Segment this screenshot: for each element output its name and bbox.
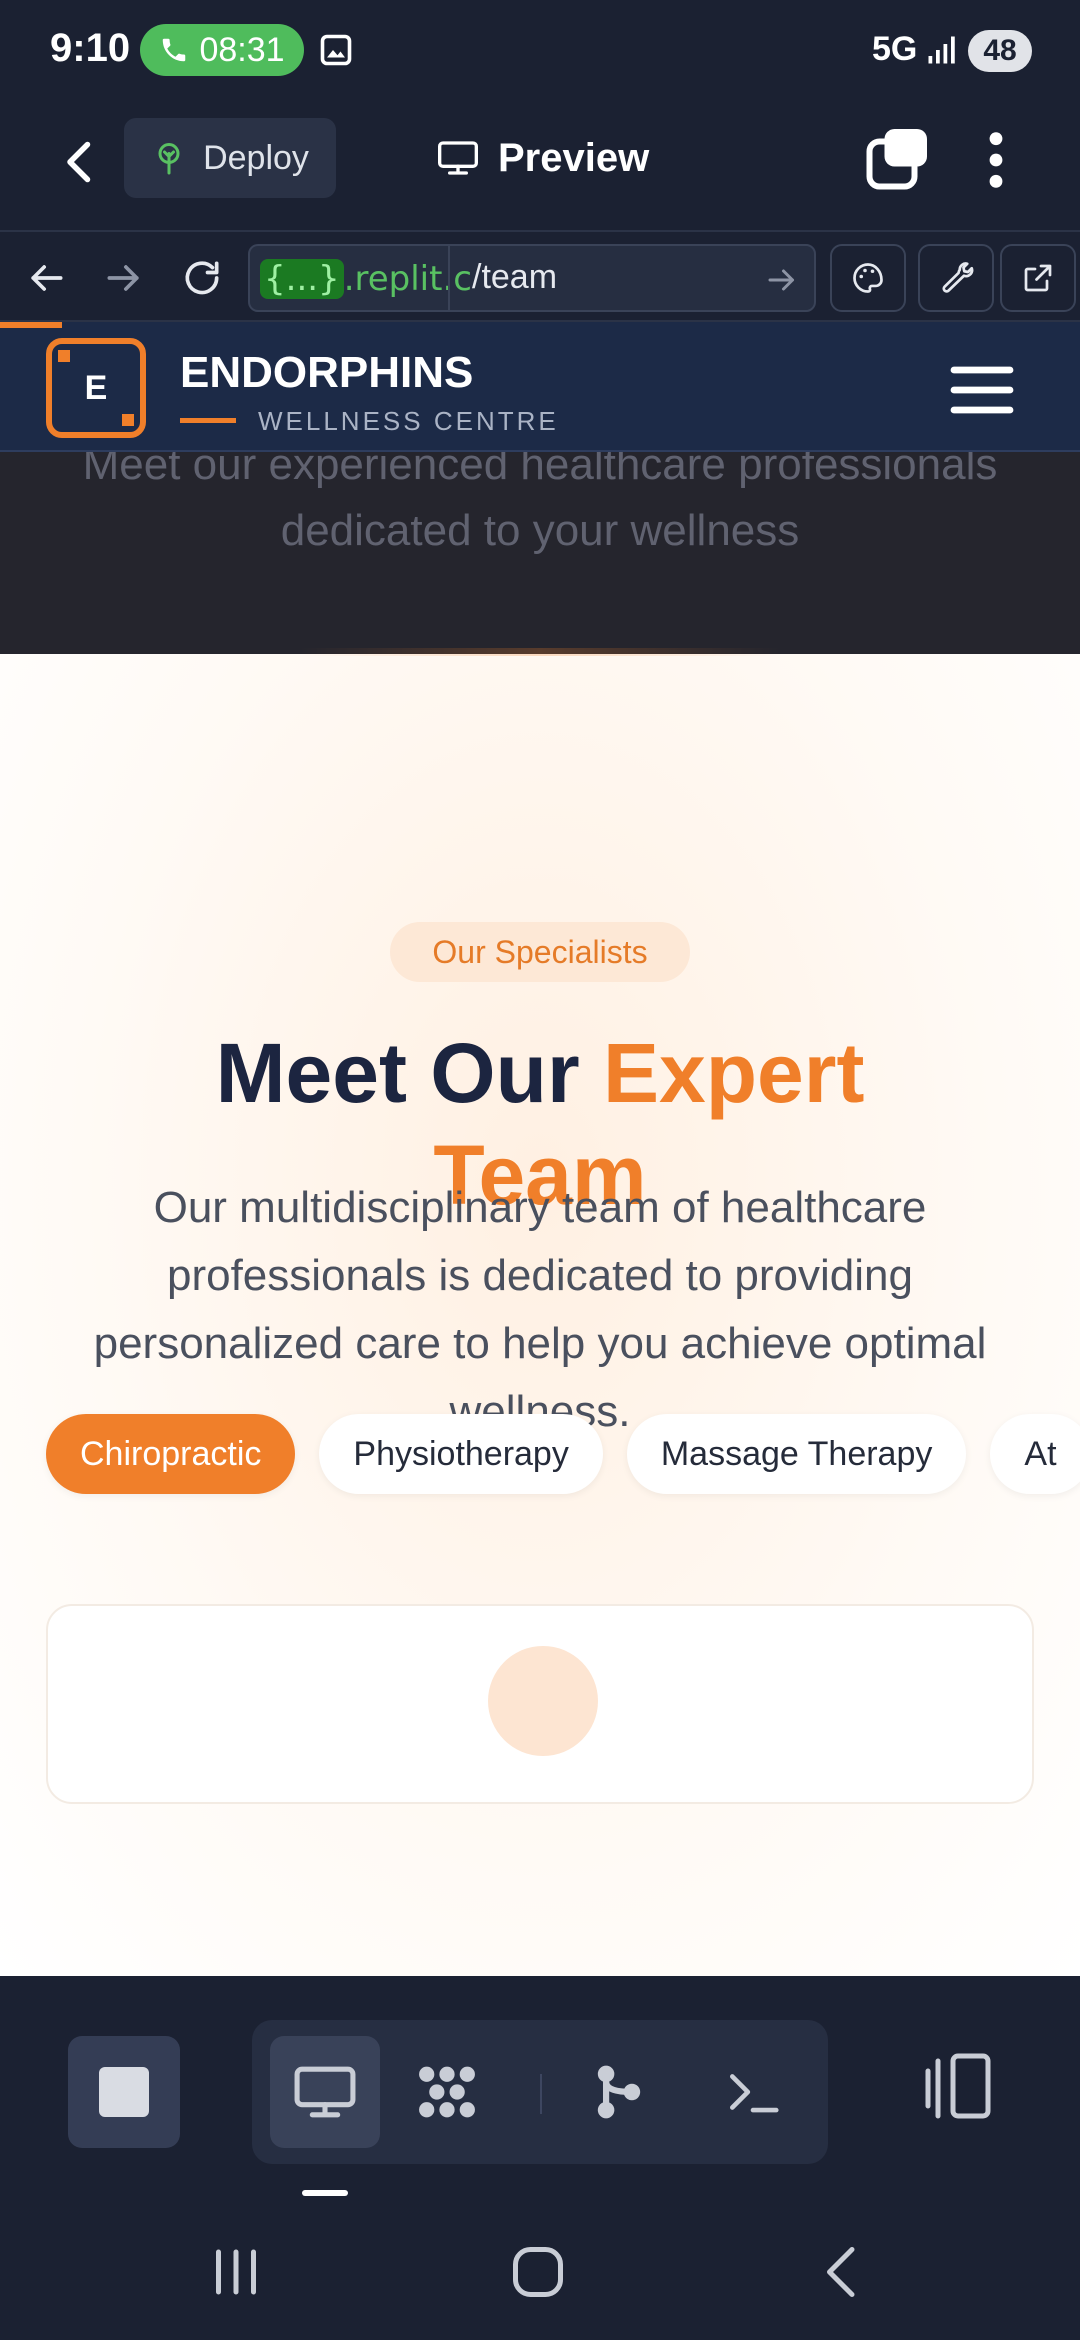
reload-icon[interactable]: [180, 256, 224, 300]
app-header: Deploy Preview: [0, 100, 1080, 230]
recent-apps-icon[interactable]: [206, 2242, 266, 2302]
page-loading-bar: [0, 322, 62, 328]
brand-underline: [180, 418, 236, 423]
url-host-domain: .replit.c: [343, 259, 472, 299]
replit-dock: [0, 1976, 1080, 2196]
tool-switcher: [252, 2020, 828, 2164]
tabs-icon[interactable]: [862, 124, 932, 194]
section-description: Our multidisciplinary team of healthcare…: [93, 1183, 987, 1436]
deploy-button[interactable]: Deploy: [124, 118, 336, 198]
open-external-button[interactable]: [1000, 244, 1076, 312]
section-badge: Our Specialists: [390, 922, 690, 982]
section-glow: [300, 648, 780, 656]
gallery-icon: [320, 34, 352, 66]
system-navigation-bar: [0, 2196, 1080, 2340]
web-preview: Meet our experienced healthcare professi…: [0, 322, 1080, 1976]
site-logo[interactable]: E: [46, 338, 146, 438]
specialty-filter-tabs: Chiropractic Physiotherapy Massage Thera…: [46, 1414, 1080, 1494]
logo-letter: E: [84, 368, 108, 407]
go-arrow-icon[interactable]: [764, 262, 800, 298]
theme-button[interactable]: [830, 244, 906, 312]
filter-massage-therapy[interactable]: Massage Therapy: [626, 1414, 967, 1494]
layout-toggle-icon[interactable]: [918, 2046, 998, 2126]
phone-icon: [163, 38, 186, 62]
brand-subtitle: WELLNESS CENTRE: [258, 406, 559, 436]
preview-label: Preview: [498, 135, 650, 180]
packages-tool-button[interactable]: [392, 2036, 502, 2148]
filter-partial[interactable]: At: [990, 1414, 1080, 1494]
stop-button[interactable]: [68, 2036, 180, 2148]
more-options-icon[interactable]: [976, 128, 1016, 192]
brand-name[interactable]: ENDORPHINS: [180, 348, 473, 398]
git-icon: [597, 2065, 641, 2119]
status-bar: 9:10 08:31 5G 48: [0, 0, 1080, 100]
url-host-placeholder: {...}: [260, 259, 344, 299]
heading-accent-line1: Expert: [602, 1026, 865, 1120]
git-tool-button[interactable]: [564, 2036, 674, 2148]
network-type: 5G: [872, 30, 918, 68]
system-back-icon[interactable]: [812, 2242, 872, 2302]
url-bar[interactable]: {...} .replit.c /team: [248, 244, 816, 312]
stop-icon: [99, 2067, 149, 2117]
filter-chiropractic[interactable]: Chiropractic: [46, 1414, 296, 1494]
url-divider: [448, 246, 450, 310]
back-arrow-icon[interactable]: [50, 132, 110, 192]
dock-separator: [540, 2074, 542, 2114]
site-navbar: E ENDORPHINS WELLNESS CENTRE: [0, 322, 1080, 452]
team-member-card[interactable]: [46, 1604, 1034, 1804]
wrench-icon: [942, 262, 974, 293]
terminal-icon: [730, 2074, 779, 2113]
hero-subtitle-line2: dedicated to your wellness: [280, 506, 800, 555]
packages-icon: [419, 2066, 475, 2118]
palette-icon: [853, 263, 883, 293]
preview-title: Preview: [436, 128, 649, 188]
monitor-icon: [438, 141, 478, 175]
status-time: 9:10: [50, 26, 131, 70]
browser-toolbar: {...} .replit.c /team: [0, 230, 1080, 322]
devtools-button[interactable]: [918, 244, 994, 312]
preview-tool-button[interactable]: [270, 2036, 380, 2148]
deploy-label: Deploy: [203, 138, 309, 177]
call-timer: 08:31: [199, 30, 285, 69]
monitor-icon: [294, 2066, 356, 2118]
browser-back-icon[interactable]: [24, 256, 68, 300]
filter-physiotherapy[interactable]: Physiotherapy: [319, 1414, 603, 1494]
heading-part1: Meet Our: [215, 1026, 603, 1120]
url-path-input[interactable]: /team: [472, 258, 557, 297]
external-link-icon: [1024, 264, 1052, 292]
deploy-icon: [158, 143, 180, 175]
avatar: [488, 1646, 598, 1756]
battery-indicator: 48: [968, 30, 1032, 72]
browser-forward-icon[interactable]: [102, 256, 146, 300]
hamburger-menu-icon[interactable]: [950, 364, 1014, 416]
ongoing-call-pill[interactable]: 08:31: [140, 24, 304, 76]
home-icon[interactable]: [508, 2242, 568, 2302]
signal-icon: [928, 36, 955, 64]
logo-corner-dot: [58, 350, 70, 362]
shell-tool-button[interactable]: [698, 2036, 808, 2148]
logo-corner-dot: [122, 414, 134, 426]
